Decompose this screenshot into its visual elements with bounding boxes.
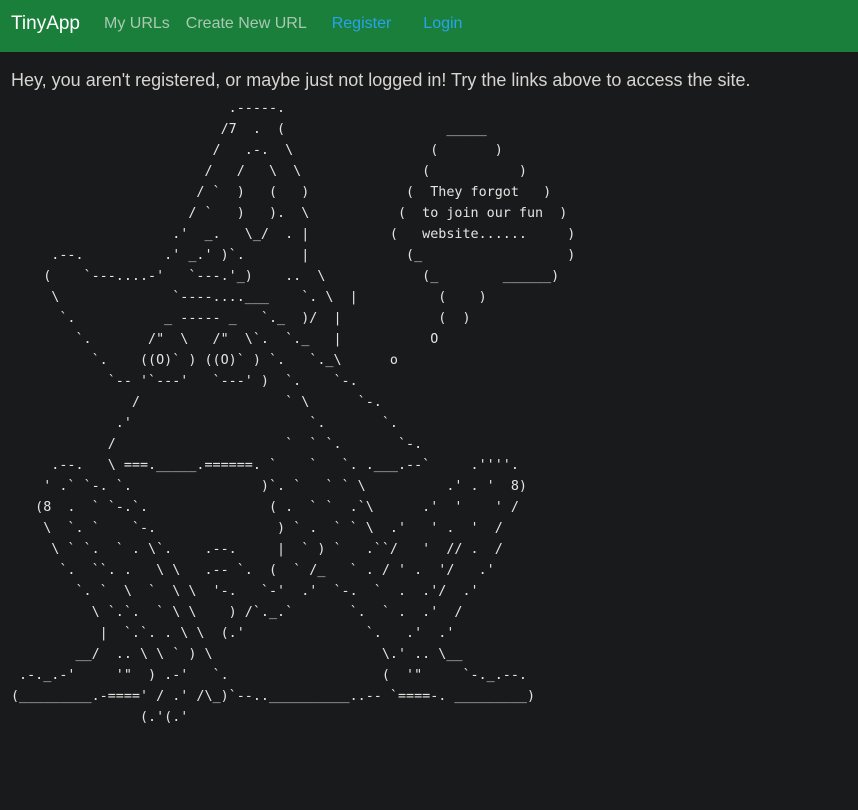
nav-link-create-new-url[interactable]: Create New URL (186, 15, 307, 33)
nav-link-my-urls[interactable]: My URLs (104, 15, 170, 33)
navbar: TinyApp My URLs Create New URL Register … (0, 0, 858, 52)
nav-link-login[interactable]: Login (423, 15, 462, 33)
nav-link-register[interactable]: Register (332, 15, 392, 33)
brand-link[interactable]: TinyApp (11, 13, 80, 35)
ascii-art: .-----. /7 . ( _____ / .-. \ ( ) / / \ \… (11, 101, 576, 725)
not-logged-in-message: Hey, you aren't registered, or maybe jus… (11, 70, 751, 90)
